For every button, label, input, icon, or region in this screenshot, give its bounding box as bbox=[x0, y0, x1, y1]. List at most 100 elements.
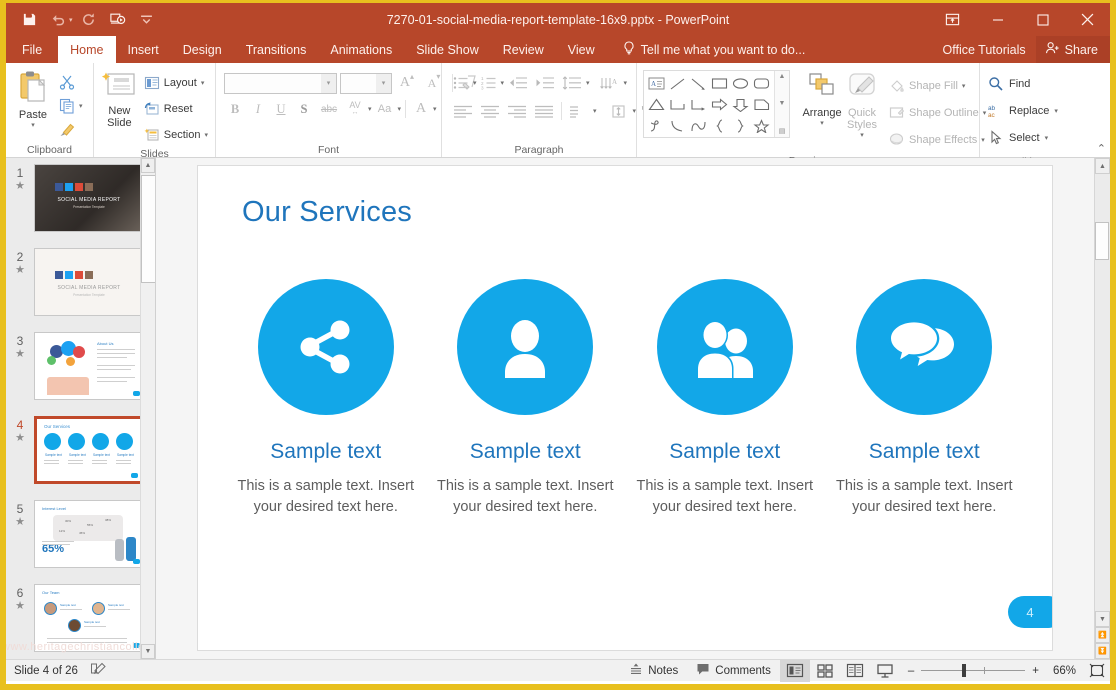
bullets-button[interactable] bbox=[450, 72, 472, 94]
thumbnails-scroll-up-icon[interactable]: ▲ bbox=[141, 158, 155, 173]
animation-star-icon[interactable]: ★ bbox=[15, 264, 25, 276]
slide-editing-surface[interactable]: Our Services Sample text This is a sampl… bbox=[197, 165, 1053, 651]
undo-dropdown-icon[interactable]: ▾ bbox=[69, 16, 73, 24]
undo-icon[interactable] bbox=[45, 8, 71, 32]
numbering-button[interactable]: 123 bbox=[478, 72, 500, 94]
character-spacing-dropdown-icon[interactable]: ▾ bbox=[368, 105, 372, 113]
replace-dropdown-icon[interactable]: ▾ bbox=[1054, 107, 1058, 115]
start-presentation-icon[interactable] bbox=[105, 8, 131, 32]
collapse-ribbon-button[interactable]: ⌃ bbox=[1097, 142, 1106, 155]
thumb-image-2[interactable]: SOCIAL MEDIA REPORT Presentation Templat… bbox=[34, 248, 144, 316]
italic-button[interactable]: I bbox=[247, 98, 269, 120]
notes-button[interactable]: Notes bbox=[620, 660, 687, 682]
shape-effects-button[interactable]: Shape Effects ▾ bbox=[886, 128, 989, 151]
change-case-dropdown-icon[interactable]: ▾ bbox=[398, 105, 402, 113]
align-text-dropdown-icon[interactable]: ▾ bbox=[633, 107, 637, 115]
share-button[interactable]: Share bbox=[1035, 36, 1110, 63]
tab-view[interactable]: View bbox=[556, 36, 607, 63]
decrease-indent-button[interactable] bbox=[505, 72, 531, 94]
align-center-button[interactable] bbox=[477, 100, 503, 122]
slide-thumbnail-3[interactable]: 3 ★ About Us bbox=[6, 332, 155, 404]
thumb-image-1[interactable]: SOCIAL MEDIA REPORT Presentation Templat… bbox=[34, 164, 144, 232]
shape-textbox-icon[interactable]: A bbox=[646, 73, 667, 94]
columns-button[interactable] bbox=[566, 100, 592, 122]
scroll-down-icon[interactable]: ▼ bbox=[1095, 611, 1110, 627]
font-name-input[interactable]: ▾ bbox=[224, 72, 337, 94]
card-body[interactable]: This is a sample text. Insert your desir… bbox=[636, 476, 814, 518]
line-spacing-button[interactable] bbox=[559, 72, 585, 94]
font-color-dropdown-icon[interactable]: ▾ bbox=[433, 105, 437, 113]
tab-design[interactable]: Design bbox=[171, 36, 234, 63]
columns-dropdown-icon[interactable]: ▾ bbox=[593, 107, 597, 115]
comments-button[interactable]: Comments bbox=[687, 660, 780, 682]
canvas-vertical-scrollbar[interactable]: ▲ ▼ ⏫ ⏬ bbox=[1094, 158, 1110, 659]
slide-title[interactable]: Our Services bbox=[242, 196, 412, 229]
card-body[interactable]: This is a sample text. Insert your desir… bbox=[436, 476, 614, 518]
select-dropdown-icon[interactable]: ▾ bbox=[1045, 134, 1049, 142]
layout-button[interactable]: Layout ▾ bbox=[141, 71, 211, 94]
tell-me-search[interactable]: Tell me what you want to do... bbox=[607, 36, 816, 63]
font-size-dropdown-icon[interactable]: ▾ bbox=[376, 73, 391, 93]
shape-left-brace-icon[interactable] bbox=[709, 115, 730, 136]
section-button[interactable]: Section ▾ bbox=[141, 123, 211, 146]
animation-star-icon[interactable]: ★ bbox=[15, 180, 25, 192]
reset-button[interactable]: Reset bbox=[141, 97, 211, 120]
slide-thumbnail-2[interactable]: 2 ★ SOCIAL MEDIA REPORT Presentation Tem… bbox=[6, 248, 155, 320]
new-slide-button[interactable]: New Slide bbox=[98, 68, 141, 131]
card-title[interactable]: Sample text bbox=[869, 440, 980, 464]
reading-view-button[interactable] bbox=[840, 660, 870, 682]
save-icon[interactable] bbox=[16, 8, 42, 32]
zoom-slider-thumb[interactable] bbox=[962, 664, 967, 677]
thumbnails-scroll-down-icon[interactable]: ▼ bbox=[141, 644, 155, 659]
tab-review[interactable]: Review bbox=[491, 36, 556, 63]
normal-view-button[interactable] bbox=[779, 659, 810, 682]
arrange-button[interactable]: Arrange ▾ bbox=[802, 70, 842, 129]
change-case-button[interactable]: Aa bbox=[373, 98, 397, 120]
underline-button[interactable]: U bbox=[270, 98, 292, 120]
zoom-percent[interactable]: 66% bbox=[1046, 665, 1076, 677]
card-title[interactable]: Sample text bbox=[669, 440, 780, 464]
shape-elbow-arrow-icon[interactable] bbox=[688, 94, 709, 115]
scroll-thumb[interactable] bbox=[1095, 222, 1109, 260]
card-body[interactable]: This is a sample text. Insert your desir… bbox=[237, 476, 415, 518]
increase-indent-button[interactable] bbox=[532, 72, 558, 94]
tab-slide-show[interactable]: Slide Show bbox=[404, 36, 491, 63]
shape-arc-icon[interactable] bbox=[688, 115, 709, 136]
shape-outline-button[interactable]: Shape Outline ▾ bbox=[886, 101, 989, 124]
customize-qat-icon[interactable] bbox=[134, 8, 160, 32]
gallery-more-icon[interactable]: ▤ bbox=[779, 127, 786, 135]
copy-button[interactable]: ▾ bbox=[56, 94, 86, 117]
text-shadow-button[interactable]: S bbox=[293, 98, 315, 120]
animation-star-icon[interactable]: ★ bbox=[15, 600, 25, 612]
shape-arrow-icon[interactable] bbox=[688, 73, 709, 94]
format-painter-button[interactable] bbox=[56, 118, 86, 141]
gallery-scroll-up-icon[interactable]: ▲ bbox=[779, 73, 786, 80]
shape-down-arrow-icon[interactable] bbox=[730, 94, 751, 115]
section-dropdown-icon[interactable]: ▾ bbox=[204, 131, 208, 139]
animation-star-icon[interactable]: ★ bbox=[15, 516, 25, 528]
next-slide-icon[interactable]: ⏬ bbox=[1095, 643, 1110, 659]
justify-button[interactable] bbox=[531, 100, 557, 122]
service-card-3[interactable]: Sample text This is a sample text. Inser… bbox=[625, 279, 825, 518]
paste-dropdown-icon[interactable]: ▾ bbox=[31, 121, 35, 129]
service-card-1[interactable]: Sample text This is a sample text. Inser… bbox=[226, 279, 426, 518]
animation-star-icon[interactable]: ★ bbox=[15, 432, 25, 444]
line-spacing-dropdown-icon[interactable]: ▾ bbox=[586, 79, 590, 87]
arrange-dropdown-icon[interactable]: ▾ bbox=[820, 119, 824, 127]
maximize-button[interactable] bbox=[1020, 3, 1065, 36]
proofing-icon[interactable] bbox=[90, 662, 107, 679]
card-body[interactable]: This is a sample text. Insert your desir… bbox=[835, 476, 1013, 518]
card-title[interactable]: Sample text bbox=[270, 440, 381, 464]
strikethrough-button[interactable]: abc bbox=[316, 98, 342, 120]
card-title[interactable]: Sample text bbox=[470, 440, 581, 464]
tab-transitions[interactable]: Transitions bbox=[234, 36, 319, 63]
animation-star-icon[interactable]: ★ bbox=[15, 348, 25, 360]
shape-curve-icon[interactable] bbox=[667, 115, 688, 136]
gallery-scroll-down-icon[interactable]: ▼ bbox=[779, 100, 786, 107]
layout-dropdown-icon[interactable]: ▾ bbox=[201, 79, 205, 87]
character-spacing-button[interactable]: AV ↔ bbox=[343, 98, 367, 120]
shape-oval-icon[interactable] bbox=[730, 73, 751, 94]
quick-styles-dropdown-icon[interactable]: ▾ bbox=[860, 131, 864, 139]
quick-styles-button[interactable]: Quick Styles ▾ bbox=[842, 70, 882, 141]
service-card-2[interactable]: Sample text This is a sample text. Inser… bbox=[426, 279, 626, 518]
